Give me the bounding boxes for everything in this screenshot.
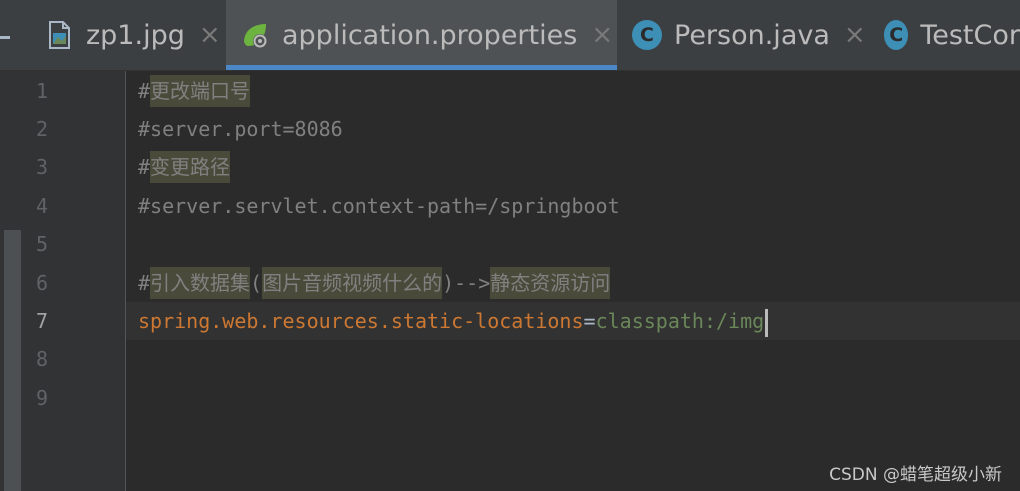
tab-testcor[interactable]: C TestCor: [884, 0, 1020, 70]
comment-text: 图片音频视频什么的: [262, 267, 443, 299]
comment-hash: #: [138, 155, 151, 179]
image-file-icon: [49, 21, 70, 49]
tab-overflow-indicator[interactable]: [0, 36, 10, 39]
property-value: classpath:/img: [595, 309, 765, 333]
java-class-icon: C: [632, 20, 662, 50]
close-icon[interactable]: ×: [591, 22, 613, 48]
close-icon[interactable]: ×: [199, 22, 221, 48]
editor-tab-bar: zp1.jpg × application.properties × C Per…: [0, 0, 1020, 71]
comment-text: 静态资源访问: [490, 267, 611, 299]
tab-label: Person.java: [674, 19, 830, 51]
line-number: 3: [35, 155, 49, 179]
ide-window: zp1.jpg × application.properties × C Per…: [0, 0, 1020, 491]
comment-text: #server.servlet.context-path=/springboot: [138, 194, 620, 218]
text-caret: [765, 308, 769, 337]
property-separator: =: [583, 309, 596, 333]
comment-hash: #: [138, 79, 151, 103]
comment-paren: (: [250, 271, 263, 295]
line-number-current: 7: [35, 309, 49, 333]
comment-text: #server.port=8086: [138, 117, 343, 141]
line-number: 2: [35, 117, 49, 141]
comment-text: 引入数据集: [150, 267, 251, 299]
line-number: 5: [35, 232, 49, 256]
active-tab-underline: [226, 65, 617, 70]
code-line-6[interactable]: #引入数据集(图片音频视频什么的)-->静态资源访问: [138, 264, 611, 302]
line-number: 8: [35, 347, 49, 371]
code-editor[interactable]: #更改端口号 #server.port=8086 #变更路径 #server.s…: [126, 71, 1020, 491]
tab-label: application.properties: [282, 19, 578, 51]
line-number: 6: [35, 271, 49, 295]
comment-text: 更改端口号: [150, 75, 251, 107]
tab-label: zp1.jpg: [86, 19, 185, 51]
code-line-4[interactable]: #server.servlet.context-path=/springboot: [138, 187, 620, 225]
comment-arrow: )-->: [442, 271, 491, 295]
line-number: 9: [35, 386, 49, 410]
code-line-3[interactable]: #变更路径: [138, 148, 231, 186]
tab-application-properties[interactable]: application.properties ×: [226, 0, 617, 70]
comment-hash: #: [138, 271, 151, 295]
spring-properties-icon: [244, 24, 267, 48]
property-key: spring.web.resources.static-locations: [138, 309, 584, 333]
comment-text: 变更路径: [150, 151, 231, 183]
close-icon[interactable]: ×: [844, 22, 866, 48]
watermark: CSDN @蜡笔超级小新: [829, 465, 1002, 485]
code-line-1[interactable]: #更改端口号: [138, 72, 251, 110]
tab-person-java[interactable]: C Person.java ×: [632, 0, 872, 70]
structure-scroll-marker[interactable]: [4, 230, 21, 491]
code-line-2[interactable]: #server.port=8086: [138, 110, 343, 148]
line-number: 1: [35, 79, 49, 103]
tab-zp1-jpg[interactable]: zp1.jpg ×: [44, 0, 224, 70]
line-number: 4: [35, 194, 49, 218]
code-line-7[interactable]: spring.web.resources.static-locations=cl…: [138, 302, 769, 340]
tab-label: TestCor: [920, 19, 1020, 51]
java-class-icon: C: [884, 20, 909, 50]
